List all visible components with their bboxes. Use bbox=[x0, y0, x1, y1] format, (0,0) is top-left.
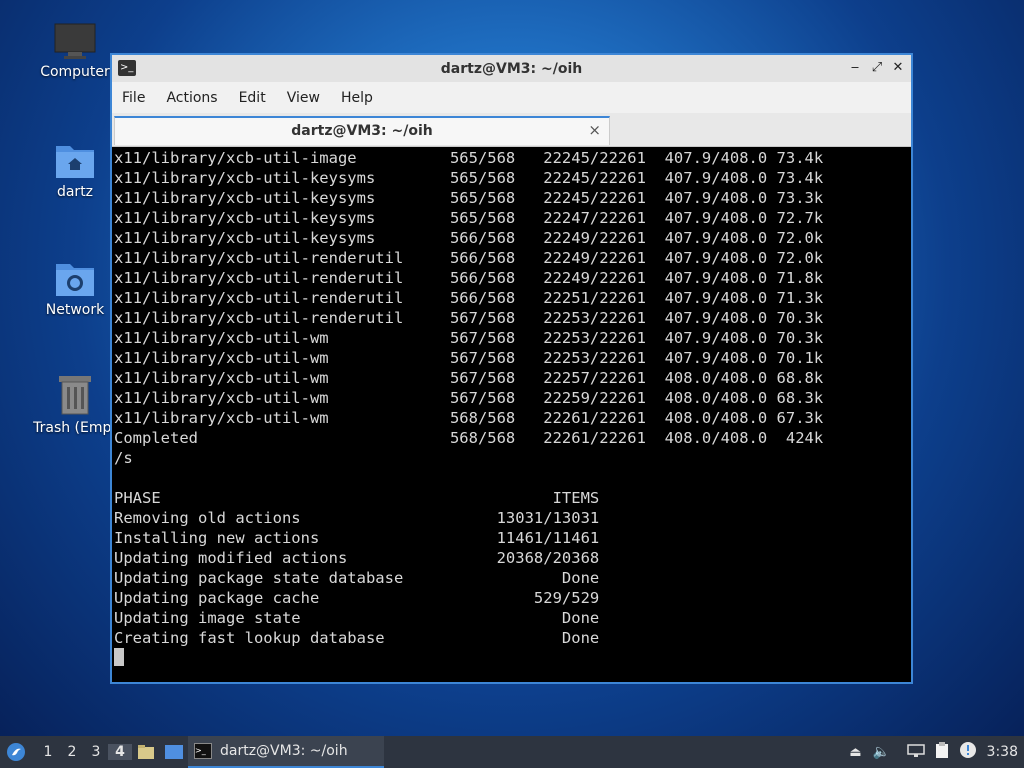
home-folder-icon bbox=[54, 140, 96, 180]
window-title: dartz@VM3: ~/oih bbox=[440, 60, 583, 77]
terminal-line: x11/library/xcb-util-wm 567/568 22253/22… bbox=[114, 329, 824, 347]
terminal-line: Updating package cache 529/529 bbox=[114, 589, 600, 607]
network-folder-icon bbox=[54, 258, 96, 298]
workspace-3[interactable]: 3 bbox=[84, 744, 108, 760]
start-menu-icon[interactable] bbox=[0, 742, 32, 762]
tab-bar: dartz@VM3: ~/oih × bbox=[112, 113, 911, 147]
minimize-icon[interactable]: ‒ bbox=[847, 59, 863, 77]
terminal-output[interactable]: x11/library/xcb-util-image 565/568 22245… bbox=[114, 148, 911, 682]
taskbar: 1 2 3 4 >_ dartz@VM3: ~/oih ⏏ 🔈 3:38 bbox=[0, 736, 1024, 768]
terminal-line: Updating modified actions 20368/20368 bbox=[114, 549, 600, 567]
notification-icon[interactable] bbox=[955, 741, 981, 763]
desktop-icon-trash[interactable]: Trash (Empt bbox=[30, 372, 120, 436]
terminal-line: Creating fast lookup database Done bbox=[114, 629, 600, 647]
workspace-4[interactable]: 4 bbox=[108, 744, 132, 760]
menu-view[interactable]: View bbox=[287, 90, 320, 106]
terminal-line: x11/library/xcb-util-renderutil 567/568 … bbox=[114, 309, 824, 327]
terminal-prompt-line bbox=[114, 648, 911, 668]
workspace-2[interactable]: 2 bbox=[60, 744, 84, 760]
text-cursor bbox=[114, 648, 124, 666]
volume-icon[interactable]: 🔈 bbox=[869, 744, 895, 760]
terminal-icon: >_ bbox=[194, 743, 212, 759]
terminal-line: PHASE ITEMS bbox=[114, 489, 600, 507]
terminal-line: Installing new actions 11461/11461 bbox=[114, 529, 600, 547]
desktop-icon-label: Trash (Empt bbox=[33, 420, 117, 436]
terminal-window[interactable]: >_ dartz@VM3: ~/oih ‒ ⤢ ✕ File Actions E… bbox=[110, 53, 913, 684]
clock[interactable]: 3:38 bbox=[987, 744, 1018, 760]
terminal-line: x11/library/xcb-util-renderutil 566/568 … bbox=[114, 269, 824, 287]
terminal-line: /s bbox=[114, 449, 133, 467]
terminal-line: Updating package state database Done bbox=[114, 569, 600, 587]
eject-icon[interactable]: ⏏ bbox=[843, 745, 869, 760]
terminal-line: Completed 568/568 22261/22261 408.0/408.… bbox=[114, 429, 824, 447]
terminal-line: Removing old actions 13031/13031 bbox=[114, 509, 600, 527]
network-icon[interactable] bbox=[903, 742, 929, 762]
file-manager-launcher-icon[interactable] bbox=[132, 744, 160, 760]
menu-help[interactable]: Help bbox=[341, 90, 373, 106]
show-desktop-icon[interactable] bbox=[160, 744, 188, 760]
terminal-line: Updating image state Done bbox=[114, 609, 600, 627]
terminal-line: x11/library/xcb-util-renderutil 566/568 … bbox=[114, 289, 824, 307]
tab-close-icon[interactable]: × bbox=[588, 121, 601, 139]
system-tray: ⏏ 🔈 3:38 bbox=[843, 736, 1024, 768]
terminal-line: x11/library/xcb-util-wm 567/568 22253/22… bbox=[114, 349, 824, 367]
trash-icon bbox=[55, 372, 95, 416]
taskbar-item-label: dartz@VM3: ~/oih bbox=[220, 743, 348, 759]
desktop-icon-home[interactable]: dartz bbox=[30, 140, 120, 200]
terminal-line: x11/library/xcb-util-keysyms 565/568 222… bbox=[114, 189, 824, 207]
terminal-line: x11/library/xcb-util-keysyms 565/568 222… bbox=[114, 209, 824, 227]
terminal-line: x11/library/xcb-util-wm 567/568 22257/22… bbox=[114, 369, 824, 387]
terminal-line: x11/library/xcb-util-keysyms 566/568 222… bbox=[114, 229, 824, 247]
menu-bar: File Actions Edit View Help bbox=[112, 82, 911, 113]
window-titlebar[interactable]: >_ dartz@VM3: ~/oih ‒ ⤢ ✕ bbox=[112, 55, 911, 82]
terminal-line bbox=[114, 468, 911, 488]
terminal-line: x11/library/xcb-util-renderutil 566/568 … bbox=[114, 249, 824, 267]
clipboard-icon[interactable] bbox=[929, 741, 955, 763]
taskbar-item-terminal[interactable]: >_ dartz@VM3: ~/oih bbox=[188, 736, 384, 768]
menu-edit[interactable]: Edit bbox=[239, 90, 266, 106]
workspace-1[interactable]: 1 bbox=[36, 744, 60, 760]
tab-terminal[interactable]: dartz@VM3: ~/oih × bbox=[114, 116, 610, 145]
desktop-icon-label: Network bbox=[45, 302, 105, 318]
desktop-icon-network[interactable]: Network bbox=[30, 258, 120, 318]
computer-icon bbox=[54, 22, 96, 60]
desktop-icon-label: Computer bbox=[40, 64, 110, 80]
terminal-line: x11/library/xcb-util-wm 567/568 22259/22… bbox=[114, 389, 824, 407]
restore-icon[interactable]: ⤢ bbox=[869, 59, 885, 77]
tab-title: dartz@VM3: ~/oih bbox=[291, 123, 433, 139]
terminal-line: x11/library/xcb-util-keysyms 565/568 222… bbox=[114, 169, 824, 187]
terminal-line: x11/library/xcb-util-wm 568/568 22261/22… bbox=[114, 409, 824, 427]
terminal-line: x11/library/xcb-util-image 565/568 22245… bbox=[114, 149, 824, 167]
menu-file[interactable]: File bbox=[122, 90, 145, 106]
desktop-icon-computer[interactable]: Computer bbox=[30, 22, 120, 80]
menu-actions[interactable]: Actions bbox=[166, 90, 217, 106]
close-icon[interactable]: ✕ bbox=[890, 59, 906, 77]
desktop-icon-label: dartz bbox=[56, 184, 94, 200]
